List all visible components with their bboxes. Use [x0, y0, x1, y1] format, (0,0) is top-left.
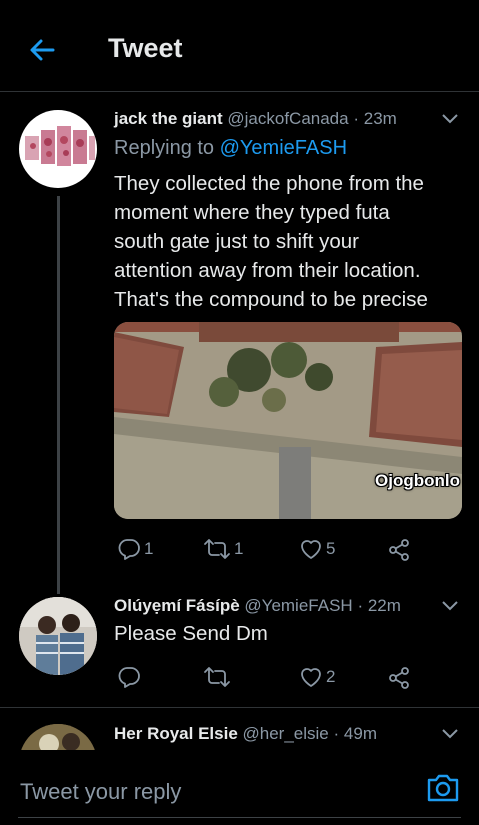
- tweet-text-line: That's the compound to be precise: [114, 288, 428, 311]
- separator-dot: ·: [353, 109, 359, 128]
- flower-canvas-avatar-image: [25, 126, 95, 166]
- chevron-down-icon[interactable]: [440, 598, 460, 612]
- reply-button[interactable]: 1: [117, 538, 153, 560]
- share-icon: [389, 667, 409, 689]
- handle[interactable]: @YemieFASH: [244, 596, 352, 615]
- like-button[interactable]: 2: [299, 666, 335, 688]
- replying-prefix: Replying to: [114, 137, 220, 159]
- reply-composer: [0, 750, 479, 825]
- like-button[interactable]: 5: [299, 538, 335, 560]
- display-name[interactable]: Her Royal Elsie: [114, 724, 238, 743]
- share-button[interactable]: [387, 538, 411, 562]
- tweet-text: They collected the phone from the moment…: [114, 169, 428, 314]
- image-watermark: Ojogbonlo: [375, 471, 460, 490]
- retweet-button[interactable]: 1: [203, 538, 243, 560]
- like-icon: [301, 540, 321, 559]
- chevron-down-icon[interactable]: [440, 726, 460, 740]
- composer-underline: [18, 817, 461, 818]
- timestamp: 49m: [343, 724, 377, 743]
- handle[interactable]: @jackofCanada: [227, 109, 348, 128]
- camera-icon[interactable]: [425, 771, 461, 805]
- replying-to-handle[interactable]: @YemieFASH: [220, 137, 347, 159]
- back-arrow-icon[interactable]: [26, 34, 58, 66]
- like-icon: [301, 668, 321, 687]
- reply-icon: [118, 667, 140, 688]
- reply-count: 1: [144, 539, 154, 558]
- tweet-divider: [0, 707, 479, 708]
- tweet-header: Olúyẹmí Fásípè @YemieFASH · 22m: [114, 596, 401, 616]
- tweet-text: Please Send Dm: [114, 622, 268, 645]
- chevron-down-icon[interactable]: [440, 111, 460, 125]
- like-count: 5: [326, 539, 336, 558]
- tweet-text-line: moment where they typed futa: [114, 201, 390, 224]
- separator-dot: ·: [333, 724, 340, 743]
- reply-button[interactable]: [117, 666, 144, 688]
- like-count: 2: [326, 667, 336, 686]
- thread-connector: [57, 196, 60, 594]
- top-bar: Tweet: [0, 0, 479, 92]
- timestamp: 23m: [363, 109, 397, 128]
- display-name[interactable]: Olúyẹmí Fásípè: [114, 596, 240, 615]
- handle[interactable]: @her_elsie: [243, 724, 329, 743]
- share-button[interactable]: [387, 666, 411, 690]
- avatar[interactable]: [19, 597, 97, 675]
- retweet-button[interactable]: [203, 666, 234, 688]
- tweet-header: Her Royal Elsie @her_elsie · 49m: [114, 724, 377, 744]
- page-title: Tweet: [108, 33, 183, 63]
- separator-dot: ·: [357, 596, 364, 615]
- timestamp: 22m: [367, 596, 401, 615]
- reply-input[interactable]: [18, 776, 422, 808]
- couple-photo-avatar-image: [19, 597, 97, 675]
- tweet-text-line: They collected the phone from the: [114, 172, 424, 195]
- avatar[interactable]: [19, 110, 97, 188]
- share-icon: [389, 539, 409, 561]
- reply-icon: [118, 539, 140, 560]
- retweet-count: 1: [234, 539, 244, 558]
- tweet-text-line: south gate just to shift your: [114, 230, 359, 253]
- retweet-icon: [204, 667, 230, 687]
- retweet-icon: [204, 539, 230, 559]
- tweet-header: jack the giant @jackofCanada · 23m: [114, 109, 397, 129]
- tweet-text-line: attention away from their location.: [114, 259, 421, 282]
- tweet-media-image[interactable]: Ojogbonlo: [114, 322, 462, 519]
- replying-to: Replying to @YemieFASH: [114, 137, 347, 160]
- display-name[interactable]: jack the giant: [114, 109, 223, 128]
